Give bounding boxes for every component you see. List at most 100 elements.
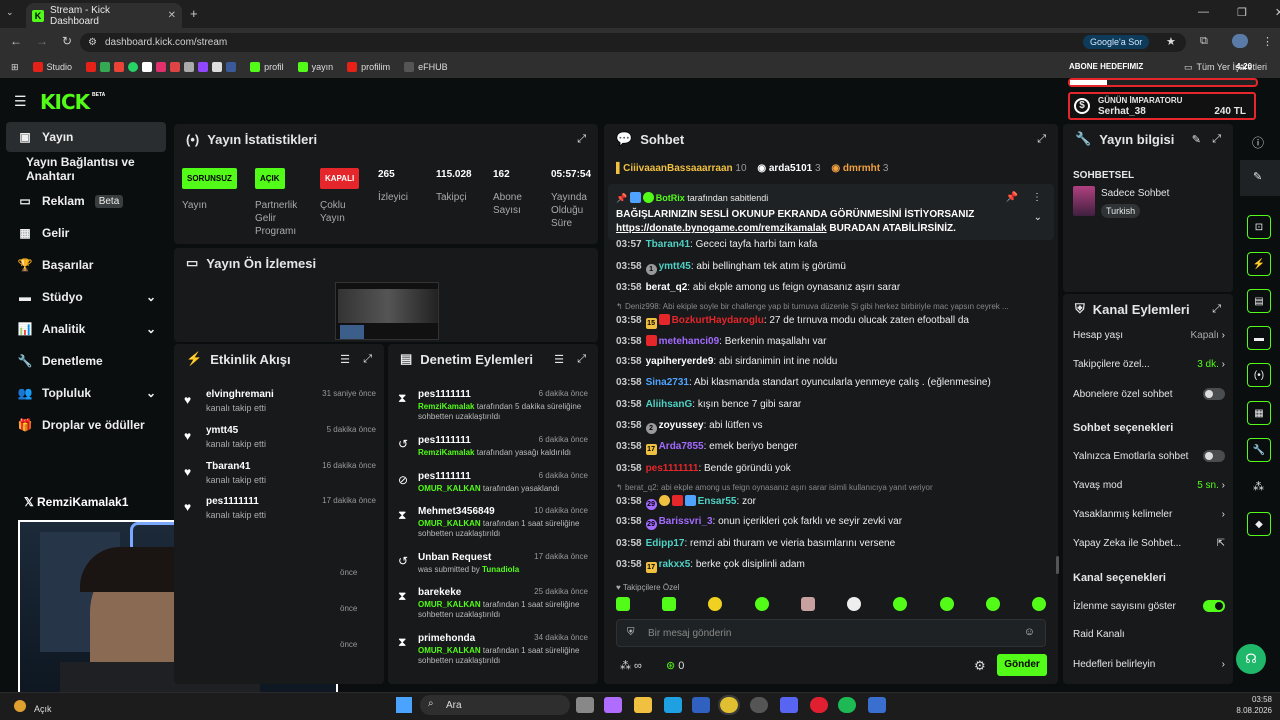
emote-icon[interactable] — [985, 597, 1000, 611]
rail-button-doc[interactable]: ▤ — [1247, 289, 1271, 313]
reload-icon[interactable]: ↻ — [62, 34, 72, 48]
pinned-link[interactable]: https://donate.bynogame.com/remzikamalak — [616, 223, 827, 234]
subs-only-toggle[interactable] — [1203, 388, 1225, 400]
chat-username[interactable]: berat_q2 — [646, 282, 688, 293]
minimize-icon[interactable]: — — [1198, 6, 1209, 19]
bookmark-efhub[interactable]: eFHUB — [399, 62, 453, 72]
chat-settings-icon[interactable]: ⚙ — [974, 658, 986, 674]
rail-edit-selected[interactable]: ✎ — [1240, 160, 1280, 196]
close-window-icon[interactable]: ✕ — [1275, 6, 1280, 19]
viewcount-toggle[interactable] — [1203, 600, 1225, 612]
bookmark-yayin[interactable]: yayın — [293, 62, 339, 72]
support-headset-button[interactable]: ☊ — [1236, 644, 1266, 674]
chat-username[interactable]: zoyussey — [659, 420, 704, 431]
setting-slow-mode[interactable]: Yavaş mod 5 sn. › — [1073, 480, 1225, 491]
rail-button-layout[interactable]: ▦ — [1247, 401, 1271, 425]
popout-icon[interactable]: ⤢ — [577, 353, 586, 366]
bookmark-star-icon[interactable]: ★ — [1166, 35, 1176, 48]
filter-icon[interactable]: ☰ — [340, 353, 350, 366]
reply-context[interactable]: ↰ Deniz998: Abi ekiple soyle bir challen… — [616, 302, 1009, 311]
chat-username[interactable]: rakxx5 — [659, 559, 691, 570]
rail-button-live[interactable]: (•) — [1247, 363, 1271, 387]
popout-icon[interactable]: ⤢ — [1212, 303, 1221, 316]
send-button[interactable]: Gönder — [997, 654, 1047, 676]
apps-grid-icon[interactable]: ⊞ — [6, 62, 24, 73]
emote-only-toggle[interactable] — [1203, 450, 1225, 462]
windows-start-icon[interactable] — [396, 697, 412, 713]
chat-users-icon[interactable]: ⁂ ∞ — [620, 659, 642, 672]
rail-button-gift[interactable]: ◆ — [1247, 512, 1271, 536]
rail-button-bolt[interactable]: ⚡ — [1247, 252, 1271, 276]
chrome-icon[interactable] — [718, 695, 740, 715]
obs-icon[interactable] — [750, 697, 768, 713]
mod-name[interactable]: OMUR_KALKAN — [418, 519, 481, 528]
mod-name[interactable]: OMUR_KALKAN — [418, 484, 481, 493]
filter-icon[interactable]: ☰ — [554, 353, 564, 366]
bookmark-profilim[interactable]: profilim — [342, 62, 395, 72]
sidebar-item-stream-key[interactable]: Yayın Bağlantısı ve Anahtarı — [14, 154, 184, 184]
chat-scrollbar[interactable] — [1056, 556, 1059, 574]
emote-icon[interactable] — [893, 597, 908, 611]
sidebar-item-studyo[interactable]: ▬ Stüdyo ⌄ — [6, 282, 166, 312]
top-gifter-1[interactable]: ▌CiiivaaanBassaaarraan 10 — [616, 163, 747, 174]
new-tab-icon[interactable]: + — [190, 6, 198, 21]
stream-preview-thumbnail[interactable] — [335, 282, 439, 340]
emoji-icon[interactable]: ☺ — [1024, 626, 1035, 638]
taskbar-search[interactable]: ⌕ Ara — [420, 695, 570, 715]
sidebar-item-yayin[interactable]: ▣ Yayın — [6, 122, 166, 152]
rail-button-screenshot[interactable]: ⊡ — [1247, 215, 1271, 239]
popout-icon[interactable]: ⤢ — [577, 133, 586, 146]
sidebar-item-analitik[interactable]: 📊 Analitik ⌄ — [6, 314, 166, 344]
unpin-icon[interactable]: 📌 — [1006, 192, 1018, 203]
copilot-icon[interactable] — [604, 697, 622, 713]
close-tab-icon[interactable]: ✕ — [168, 10, 176, 21]
emote-icon[interactable] — [754, 597, 769, 611]
discord-icon[interactable] — [780, 697, 798, 713]
setting-banned-words[interactable]: Yasaklanmış kelimeler › — [1073, 509, 1225, 520]
kick-logo[interactable]: KICK — [40, 90, 90, 114]
chat-username[interactable]: Sina2731 — [646, 377, 689, 388]
maximize-icon[interactable]: ❐ — [1237, 6, 1247, 19]
weather-icon[interactable] — [14, 700, 26, 712]
extensions-icon[interactable]: ⧉ — [1200, 35, 1208, 48]
chat-username[interactable]: Tbaran41 — [646, 239, 690, 250]
tab-list-chevron-icon[interactable]: ⌄ — [6, 7, 14, 18]
chat-username[interactable]: AliihsanG — [646, 399, 693, 410]
setting-followers-only[interactable]: Takipçilere özel... 3 dk. › — [1073, 359, 1225, 370]
profile-avatar[interactable] — [1232, 34, 1248, 48]
setting-goals[interactable]: Hedefleri belirleyin › — [1073, 659, 1225, 670]
sidebar-item-reklam[interactable]: ▭ Reklam Beta — [6, 186, 166, 216]
opera-icon[interactable] — [810, 697, 828, 713]
google-ask-button[interactable]: Google'a Sor — [1083, 35, 1150, 49]
stream-category[interactable]: SOHBETSEL — [1073, 170, 1134, 181]
chevron-down-icon[interactable]: ⌄ — [1034, 212, 1042, 223]
all-bookmarks[interactable]: ▭ Tüm Yer İşaretleri — [1179, 62, 1272, 73]
bookmark-profil[interactable]: profil — [245, 62, 289, 72]
bookmark-icons[interactable] — [81, 62, 241, 72]
chat-username[interactable]: Barissvri_3 — [659, 516, 713, 527]
emote-icon[interactable] — [616, 597, 630, 611]
stream-tag[interactable]: Turkish — [1101, 204, 1141, 218]
emote-icon[interactable] — [939, 597, 954, 611]
pinned-by[interactable]: BotRix — [656, 193, 685, 203]
hamburger-menu-icon[interactable]: ☰ — [14, 93, 27, 110]
store-icon[interactable] — [692, 697, 710, 713]
chat-username[interactable]: metehanci09 — [659, 336, 720, 347]
chat-username[interactable]: yapiheryerde9 — [646, 356, 714, 367]
rail-button-chat[interactable]: ▬ — [1247, 326, 1271, 350]
bookmark-studio[interactable]: Studio — [28, 62, 78, 72]
emote-icon[interactable] — [847, 597, 862, 611]
chat-username[interactable]: Edipp17 — [646, 538, 685, 549]
sidebar-item-topluluk[interactable]: 👥 Topluluk ⌄ — [6, 378, 166, 408]
mod-name[interactable]: OMUR_KALKAN — [418, 646, 481, 655]
emote-icon[interactable] — [800, 597, 815, 611]
popout-icon[interactable]: ⤢ — [363, 353, 372, 366]
emote-icon[interactable] — [708, 597, 723, 611]
chat-username[interactable]: Arda7855 — [659, 441, 704, 452]
chat-username[interactable]: ymtt45 — [659, 261, 691, 272]
emote-icon[interactable] — [662, 597, 677, 611]
app-icon[interactable] — [868, 697, 886, 713]
rail-button-wrench[interactable]: 🔧 — [1247, 438, 1271, 462]
address-bar[interactable]: ⚙ dashboard.kick.com/stream — [80, 33, 1186, 52]
mod-name[interactable]: Tunadiola — [482, 565, 519, 574]
